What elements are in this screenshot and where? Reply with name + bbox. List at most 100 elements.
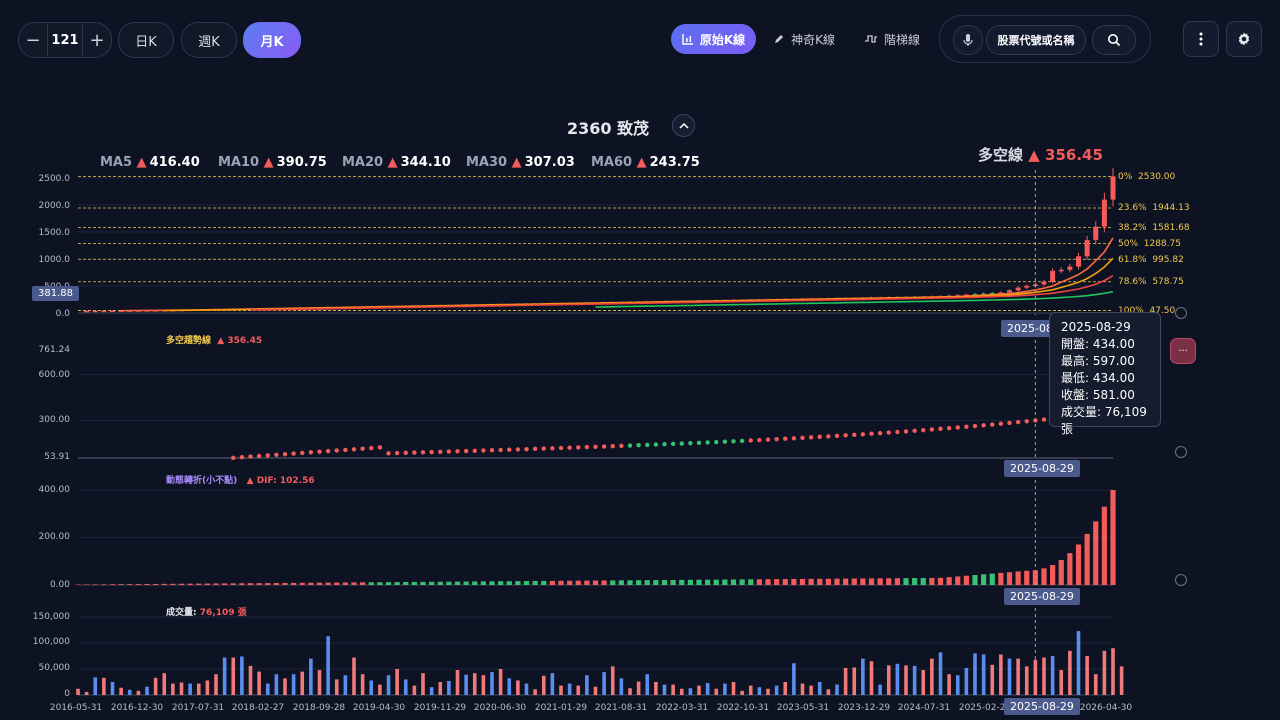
decrement-button[interactable]: − [19, 24, 47, 56]
momentum-bar [834, 578, 840, 585]
trend-dot [990, 422, 995, 427]
volume-bar [369, 680, 374, 695]
momentum-bar [385, 582, 392, 585]
panel-toggle-radio[interactable] [1175, 574, 1187, 586]
momentum-bar [722, 579, 728, 585]
tooltip-high: 最高: 597.00 [1061, 354, 1135, 368]
volume-bar [507, 678, 512, 695]
volume-bar [792, 663, 796, 695]
tooltip-open: 開盤: 434.00 [1061, 337, 1135, 351]
volume-bar [222, 657, 227, 695]
x-axis-label: 2024-07-31 [897, 703, 951, 713]
momentum-bar [446, 581, 452, 585]
volume-bar-chart [76, 608, 1124, 700]
momentum-bar [429, 581, 435, 585]
volume-bar [334, 679, 339, 695]
period-daily-button[interactable]: 日K [118, 22, 174, 58]
collapse-title-button[interactable] [672, 114, 695, 137]
momentum-bar [265, 583, 271, 585]
panel-toggle-radio[interactable] [1175, 307, 1187, 319]
mode-step-line[interactable]: 階梯線 [860, 24, 924, 54]
fib-level-23: 23.6% 1944.13 [1118, 203, 1190, 213]
more-menu-button[interactable] [1183, 21, 1219, 57]
volume-bar [84, 691, 89, 695]
momentum-bar [653, 580, 659, 585]
search-icon [1108, 34, 1121, 47]
tooltip-date: 2025-08-29 [1061, 320, 1131, 334]
trend-dot [757, 437, 762, 443]
trend-dot [455, 449, 460, 454]
trend-dot [308, 450, 314, 455]
momentum-panel-label: 動態轉折(小不點) ▲ DIF: 102.56 [166, 476, 315, 486]
trend-dot [576, 445, 581, 450]
trend-dot [343, 447, 348, 453]
momentum-bar [411, 581, 417, 585]
momentum-bar [920, 578, 926, 585]
mode-magic-kline[interactable]: 神奇K線 [769, 24, 839, 54]
momentum-bar [946, 577, 952, 585]
x-axis-label: 2023-12-29 [837, 703, 891, 713]
trend-dot [1041, 417, 1047, 422]
voice-search-button[interactable] [953, 25, 983, 55]
trend-dot [895, 429, 900, 435]
volume-bar [550, 673, 555, 695]
trend-dot [955, 425, 960, 430]
period-count-value[interactable]: 121 [47, 24, 83, 56]
trend-dot [463, 448, 469, 454]
momentum-bar [739, 579, 745, 585]
trend-dot [524, 446, 529, 452]
search-button[interactable] [1092, 25, 1136, 55]
momentum-bar [670, 579, 676, 585]
volume-bar [1068, 650, 1072, 695]
volume-bar [895, 663, 900, 695]
momentum-bar [109, 584, 116, 585]
volume-bar [852, 667, 857, 695]
trend-dot [834, 433, 840, 439]
volume-bar [904, 665, 908, 695]
trend-dot [550, 446, 555, 451]
trend-dot [610, 443, 615, 449]
trend-dot [877, 430, 883, 436]
search-input[interactable]: 股票代號或名稱 [986, 25, 1086, 55]
period-weekly-button[interactable]: 週K [181, 22, 237, 58]
trend-dot [705, 440, 710, 445]
volume-bar [205, 680, 210, 695]
volume-bar [1059, 670, 1064, 695]
increment-button[interactable]: + [83, 24, 111, 56]
x-axis-label: 2018-09-28 [292, 703, 346, 713]
trend-dot [688, 440, 693, 446]
trend-dot [808, 435, 814, 440]
mode-original-kline[interactable]: 原始K線 [671, 24, 756, 54]
period-monthly-button[interactable]: 月K [243, 22, 301, 58]
momentum-bar [955, 576, 961, 585]
momentum-bar [998, 572, 1004, 585]
momentum-bar [696, 579, 702, 585]
settings-button[interactable] [1226, 21, 1262, 57]
trend-dot [964, 424, 969, 429]
volume-bar [498, 669, 503, 695]
momentum-bar [84, 584, 90, 585]
panel-toggle-radio[interactable] [1175, 446, 1187, 458]
trend-dot [360, 446, 365, 451]
x-axis-label: 2022-10-31 [716, 703, 770, 713]
fib-level-78: 78.6% 578.75 [1118, 277, 1184, 287]
volume-bar [326, 636, 330, 695]
candle-body [1007, 290, 1012, 293]
trend-dot [765, 437, 771, 442]
main-y-tick: 1000.0 [38, 255, 71, 265]
volume-bar [774, 685, 779, 695]
x-axis-label: 2026-04-30 [1079, 703, 1133, 713]
momentum-bar [506, 581, 512, 585]
momentum-bar [877, 578, 883, 585]
volume-bar [438, 682, 443, 695]
tooltip-volume: 成交量: 76,109 張 [1061, 405, 1147, 436]
panel-options-button[interactable]: ··· [1170, 338, 1196, 364]
volume-bar [748, 685, 753, 695]
volume-bar [1102, 650, 1107, 695]
momentum-bar [463, 581, 469, 585]
momentum-bar [480, 581, 486, 585]
momentum-bar [584, 580, 590, 585]
volume-bar [196, 683, 201, 695]
trend-dot [817, 434, 822, 440]
volume-bar [697, 685, 701, 695]
